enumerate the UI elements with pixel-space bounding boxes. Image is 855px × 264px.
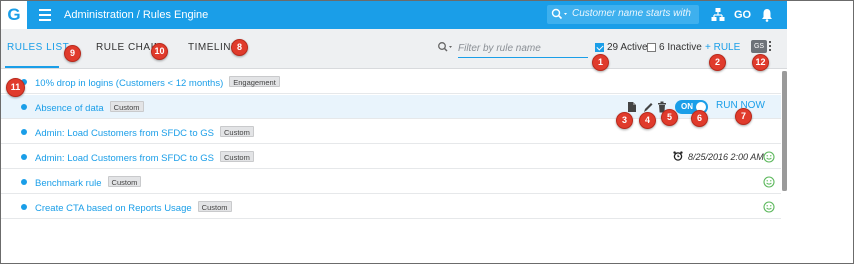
callout-marker-10: 10 (151, 43, 168, 60)
active-tab-indicator (5, 66, 59, 68)
rule-tag: Custom (219, 126, 254, 137)
rule-status-dot (21, 104, 27, 110)
rule-tag: Custom (109, 101, 144, 112)
rule-name[interactable]: Absence of data (35, 103, 104, 114)
rule-row[interactable]: 10% drop in logins (Customers < 12 month… (1, 70, 781, 94)
global-search-box[interactable]: Customer name starts with (547, 5, 699, 24)
callout-marker-8: 8 (231, 39, 248, 56)
rule-name-link[interactable]: Admin: Load Customers from SFDC to GS Cus… (35, 126, 254, 139)
list-scrollbar[interactable] (782, 71, 787, 191)
rule-tag: Custom (107, 176, 142, 187)
tab-rules-list[interactable]: RULES LIST (7, 42, 69, 53)
go-button[interactable]: GO (734, 9, 751, 25)
rule-schedule: 8/25/2016 2:00 AM (673, 151, 764, 162)
callout-marker-11: 11 (6, 78, 25, 97)
callout-marker-6: 6 (691, 110, 708, 127)
rule-row[interactable]: Benchmark rule Custom (1, 170, 781, 194)
rule-name[interactable]: Benchmark rule (35, 178, 102, 189)
toggle-state-label: ON (681, 102, 693, 111)
search-icon[interactable] (551, 8, 571, 21)
smiley-icon (763, 151, 775, 163)
global-search-placeholder: Customer name starts with (572, 8, 691, 19)
inactive-checkbox[interactable] (647, 43, 656, 52)
filter-search-icon[interactable] (437, 41, 455, 53)
rule-status-dot (21, 179, 27, 185)
breadcrumb: Administration / Rules Engine (64, 9, 209, 21)
rule-status-dot (21, 129, 27, 135)
rules-toolbar: RULES LIST RULE CHAIN TIMELINE 29 Active… (1, 29, 787, 69)
callout-marker-7: 7 (735, 108, 752, 125)
callout-marker-12: 12 (752, 54, 769, 71)
active-count-label: 29 Active (607, 42, 648, 53)
rule-name-filter-input[interactable] (458, 39, 588, 58)
rule-tag: Custom (219, 151, 254, 162)
rule-name-link[interactable]: Admin: Load Customers from SFDC to GS Cus… (35, 151, 254, 164)
rule-name[interactable]: Admin: Load Customers from SFDC to GS (35, 128, 214, 139)
active-checkbox[interactable] (595, 43, 604, 52)
bell-icon[interactable] (761, 7, 773, 23)
hierarchy-icon[interactable] (711, 7, 725, 23)
callout-marker-1: 1 (592, 54, 609, 71)
schedule-datetime: 8/25/2016 2:00 AM (688, 152, 764, 162)
rule-name-link[interactable]: Benchmark rule Custom (35, 176, 142, 189)
more-options-icon[interactable] (769, 41, 772, 54)
top-header: G Administration / Rules Engine Customer… (1, 1, 787, 29)
callout-marker-3: 3 (616, 112, 633, 129)
rule-name[interactable]: 10% drop in logins (Customers < 12 month… (35, 78, 223, 89)
callout-marker-4: 4 (639, 112, 656, 129)
rule-row[interactable]: Admin: Load Customers from SFDC to GS Cus… (1, 145, 781, 169)
callout-marker-2: 2 (709, 54, 726, 71)
alarm-clock-icon (673, 151, 683, 161)
inactive-count-label: 6 Inactive (659, 42, 702, 53)
gs-badge-icon[interactable]: GS (751, 40, 767, 53)
app-logo[interactable]: G (1, 1, 27, 29)
scrollbar-thumb[interactable] (782, 71, 787, 191)
rule-name[interactable]: Admin: Load Customers from SFDC to GS (35, 153, 214, 164)
rule-status-dot (21, 154, 27, 160)
rule-row[interactable]: Create CTA based on Reports Usage Custom (1, 195, 781, 219)
rule-status-dot (21, 204, 27, 210)
copy-rule-icon[interactable] (627, 101, 637, 113)
rule-name[interactable]: Create CTA based on Reports Usage (35, 203, 192, 214)
screenshot-frame: G Administration / Rules Engine Customer… (0, 0, 854, 264)
add-rule-button[interactable]: + RULE (705, 42, 740, 53)
smiley-icon (763, 201, 775, 213)
rule-tag: Engagement (229, 76, 280, 87)
rules-list: 10% drop in logins (Customers < 12 month… (1, 70, 787, 221)
rule-name-link[interactable]: 10% drop in logins (Customers < 12 month… (35, 76, 280, 89)
callout-marker-5: 5 (661, 109, 678, 126)
hamburger-menu-icon[interactable] (39, 9, 51, 21)
rule-name-link[interactable]: Absence of data Custom (35, 101, 144, 114)
rule-name-link[interactable]: Create CTA based on Reports Usage Custom (35, 201, 232, 214)
rule-tag: Custom (197, 201, 232, 212)
callout-marker-9: 9 (64, 45, 81, 62)
smiley-icon (763, 176, 775, 188)
